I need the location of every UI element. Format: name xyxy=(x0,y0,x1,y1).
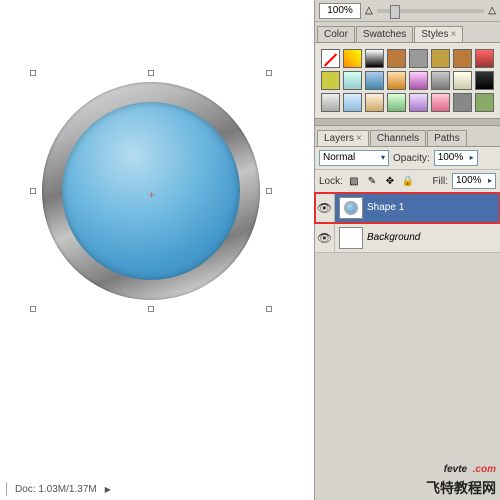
style-swatch[interactable] xyxy=(343,71,362,90)
style-swatch[interactable] xyxy=(321,49,340,68)
panels: 100% △ △ Color Swatches Styles× Layers× … xyxy=(314,0,500,500)
canvas-area[interactable]: + xyxy=(0,0,310,430)
handle-bot-right[interactable] xyxy=(266,306,272,312)
style-swatch[interactable] xyxy=(343,93,362,112)
handle-top-left[interactable] xyxy=(30,70,36,76)
layer-thumb[interactable] xyxy=(339,197,363,219)
lock-all-icon[interactable]: 🔒 xyxy=(401,174,415,188)
layer-row[interactable]: 👁 Shape 1 xyxy=(315,193,500,223)
close-icon[interactable]: × xyxy=(356,133,362,144)
style-swatch[interactable] xyxy=(365,71,384,90)
transform-bounds[interactable] xyxy=(32,72,270,310)
visibility-icon[interactable]: 👁 xyxy=(315,193,335,222)
layer-list: 👁 Shape 1 👁 Background xyxy=(315,193,500,253)
styles-tabbar: Color Swatches Styles× xyxy=(315,22,500,43)
tab-channels[interactable]: Channels xyxy=(370,130,426,146)
zoom-in-icon[interactable]: △ xyxy=(488,5,496,16)
style-swatch[interactable] xyxy=(431,49,450,68)
layer-row[interactable]: 👁 Background xyxy=(315,223,500,253)
style-swatch[interactable] xyxy=(475,49,494,68)
tab-color[interactable]: Color xyxy=(317,26,355,42)
style-swatch[interactable] xyxy=(343,49,362,68)
style-swatch[interactable] xyxy=(453,49,472,68)
layer-name[interactable]: Background xyxy=(367,232,500,243)
style-swatch[interactable] xyxy=(387,71,406,90)
fill-input[interactable]: 100%▸ xyxy=(452,173,496,189)
handle-top-right[interactable] xyxy=(266,70,272,76)
style-swatch[interactable] xyxy=(387,49,406,68)
blend-row: Normal▾ Opacity: 100%▸ xyxy=(315,147,500,170)
tab-swatches[interactable]: Swatches xyxy=(356,26,413,42)
style-swatch[interactable] xyxy=(365,93,384,112)
blend-mode-select[interactable]: Normal▾ xyxy=(319,150,389,166)
lock-transparency-icon[interactable]: ▧ xyxy=(347,174,361,188)
opacity-input[interactable]: 100%▸ xyxy=(434,150,478,166)
layers-tabbar: Layers× Channels Paths xyxy=(315,126,500,147)
tab-layers[interactable]: Layers× xyxy=(317,130,369,146)
visibility-icon[interactable]: 👁 xyxy=(315,223,335,252)
tab-styles[interactable]: Styles× xyxy=(414,26,463,42)
tab-paths[interactable]: Paths xyxy=(427,130,467,146)
opacity-label: Opacity: xyxy=(393,153,430,164)
zoom-slider[interactable] xyxy=(377,9,485,13)
style-swatch[interactable] xyxy=(475,93,494,112)
style-swatch[interactable] xyxy=(409,93,428,112)
style-swatch[interactable] xyxy=(431,93,450,112)
close-icon[interactable]: × xyxy=(451,29,457,40)
style-swatch[interactable] xyxy=(409,49,428,68)
handle-bot-mid[interactable] xyxy=(148,306,154,312)
styles-grid xyxy=(315,43,500,118)
lock-paint-icon[interactable]: ✎ xyxy=(365,174,379,188)
navigator-zoom: 100% △ △ xyxy=(315,0,500,22)
style-swatch[interactable] xyxy=(409,71,428,90)
doc-size: Doc: 1.03M/1.37M xyxy=(15,484,97,495)
zoom-input[interactable]: 100% xyxy=(319,3,361,19)
style-swatch[interactable] xyxy=(387,93,406,112)
layer-thumb[interactable] xyxy=(339,227,363,249)
style-swatch[interactable] xyxy=(453,71,472,90)
handle-bot-left[interactable] xyxy=(30,306,36,312)
zoom-out-icon[interactable]: △ xyxy=(365,5,373,16)
fill-label: Fill: xyxy=(432,176,448,187)
style-swatch[interactable] xyxy=(431,71,450,90)
lock-label: Lock: xyxy=(319,176,343,187)
layer-name[interactable]: Shape 1 xyxy=(367,202,500,213)
style-swatch[interactable] xyxy=(321,93,340,112)
style-swatch[interactable] xyxy=(321,71,340,90)
style-swatch[interactable] xyxy=(453,93,472,112)
handle-mid-left[interactable] xyxy=(30,188,36,194)
lock-row: Lock: ▧ ✎ ✥ 🔒 Fill: 100%▸ xyxy=(315,170,500,193)
handle-top-mid[interactable] xyxy=(148,70,154,76)
style-swatch[interactable] xyxy=(365,49,384,68)
lock-position-icon[interactable]: ✥ xyxy=(383,174,397,188)
handle-mid-right[interactable] xyxy=(266,188,272,194)
status-bar: Doc: 1.03M/1.37M ▶ xyxy=(0,480,117,498)
watermark: fevte .com 飞特教程网 xyxy=(426,455,496,498)
style-swatch[interactable] xyxy=(475,71,494,90)
